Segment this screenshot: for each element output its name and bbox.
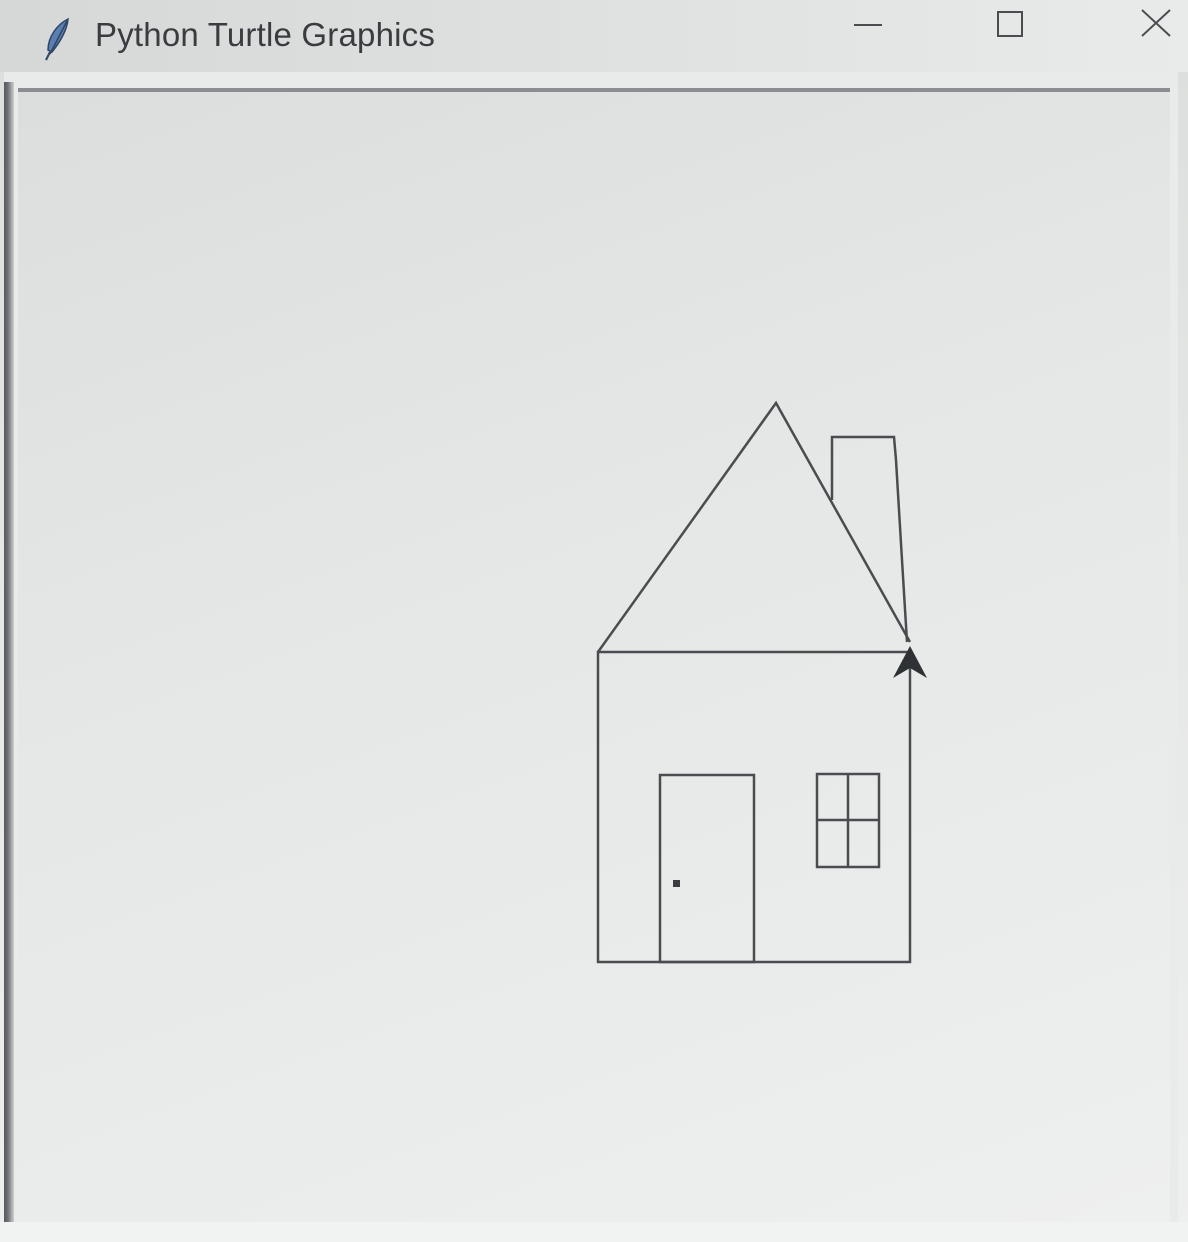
- turtle-window: Python Turtle Graphics: [0, 0, 1188, 1242]
- window-bottom-edge: [0, 1222, 1188, 1242]
- chimney: [830, 435, 909, 643]
- house-drawing: [596, 400, 927, 964]
- door: [658, 773, 756, 964]
- house-roof: [596, 400, 912, 653]
- door-knob: [673, 880, 680, 887]
